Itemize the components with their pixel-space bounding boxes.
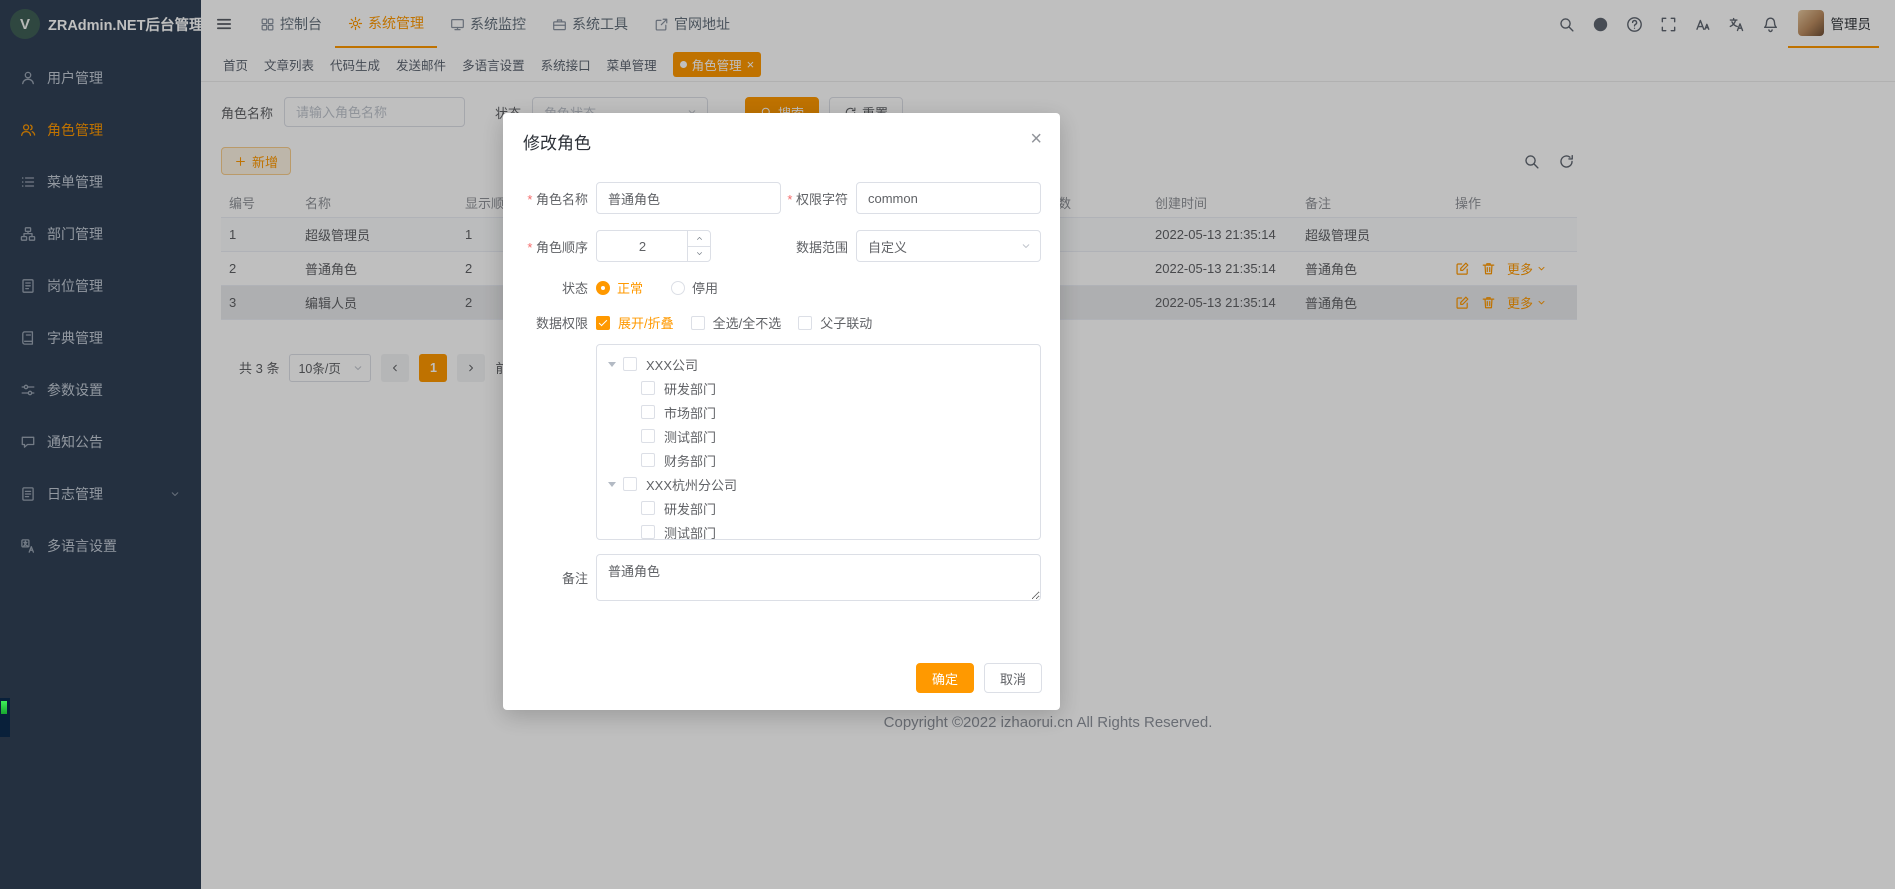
data-scope-label: 数据范围 (711, 237, 856, 256)
checkbox-icon[interactable] (623, 357, 637, 371)
checkbox-icon[interactable] (623, 477, 637, 491)
radio-label: 正常 (617, 278, 643, 297)
tree-node[interactable]: XXX公司 (597, 352, 1040, 376)
tree-node-label: 测试部门 (664, 427, 716, 446)
radio-icon (671, 281, 685, 295)
confirm-button[interactable]: 确定 (916, 663, 974, 693)
caret-placeholder (626, 506, 634, 511)
checkbox-icon (691, 316, 705, 330)
caret-down-icon[interactable] (608, 482, 616, 487)
caret-placeholder (626, 458, 634, 463)
tree-node-label: 测试部门 (664, 523, 716, 541)
radio-icon (596, 281, 610, 295)
remark-textarea[interactable]: 普通角色 (596, 554, 1041, 601)
data-scope-select[interactable]: 自定义 (856, 230, 1041, 262)
radio-label: 停用 (692, 278, 718, 297)
tree-node-label: 研发部门 (664, 499, 716, 518)
tree-node[interactable]: 测试部门 (597, 424, 1040, 448)
status-radio-1[interactable]: 停用 (671, 278, 718, 297)
tree-node[interactable]: 财务部门 (597, 448, 1040, 472)
stats-widget (0, 698, 10, 737)
dialog-title: 修改角色 (523, 129, 591, 154)
checkbox-icon (596, 316, 610, 330)
tree-node-label: 市场部门 (664, 403, 716, 422)
data-scope-value: 自定义 (868, 237, 907, 256)
checkbox-icon[interactable] (641, 405, 655, 419)
stepper-controls (687, 231, 710, 261)
checkbox-icon[interactable] (641, 453, 655, 467)
caret-placeholder (626, 434, 634, 439)
tree-node-label: XXX杭州分公司 (646, 475, 737, 494)
tree-node-label: 财务部门 (664, 451, 716, 470)
dialog-body: 角色名称 权限字符 角色顺序 2 数据范围 自定义 状态 正常 停用 (503, 154, 1060, 663)
role-order-value: 2 (597, 239, 688, 254)
status-label: 状态 (503, 278, 596, 297)
chevron-down-icon (695, 249, 704, 258)
perm-checkbox-1[interactable]: 全选/全不选 (691, 313, 782, 332)
tree-node[interactable]: 测试部门 (597, 520, 1040, 540)
remark-label: 备注 (503, 568, 596, 587)
caret-placeholder (626, 530, 634, 535)
perm-checkbox-2[interactable]: 父子联动 (798, 313, 872, 332)
checkbox-icon (798, 316, 812, 330)
role-order-label: 角色顺序 (503, 237, 596, 256)
checkbox-label: 展开/折叠 (618, 313, 674, 332)
role-order-stepper[interactable]: 2 (596, 230, 711, 262)
data-perm-label: 数据权限 (503, 313, 596, 332)
dept-tree: XXX公司研发部门市场部门测试部门财务部门XXX杭州分公司研发部门测试部门 (596, 344, 1041, 540)
checkbox-label: 父子联动 (820, 313, 872, 332)
status-radio-group: 正常 停用 (596, 278, 718, 297)
perm-char-label: 权限字符 (781, 189, 856, 208)
increment-button[interactable] (688, 231, 710, 247)
dialog-header: 修改角色 × (503, 113, 1060, 154)
edit-role-dialog: 修改角色 × 角色名称 权限字符 角色顺序 2 数据范围 自定义 (503, 113, 1060, 710)
checkbox-icon[interactable] (641, 501, 655, 515)
close-icon[interactable]: × (1030, 129, 1042, 149)
caret-down-icon[interactable] (608, 362, 616, 367)
tree-node-label: XXX公司 (646, 355, 698, 374)
perm-char-input[interactable] (856, 182, 1041, 214)
tree-node[interactable]: 研发部门 (597, 496, 1040, 520)
caret-placeholder (626, 386, 634, 391)
checkbox-icon[interactable] (641, 525, 655, 539)
tree-node[interactable]: XXX杭州分公司 (597, 472, 1040, 496)
caret-placeholder (626, 410, 634, 415)
status-radio-0[interactable]: 正常 (596, 278, 643, 297)
perm-checkbox-0[interactable]: 展开/折叠 (596, 313, 674, 332)
perm-checkbox-group: 展开/折叠 全选/全不选 父子联动 (596, 313, 889, 332)
cancel-button[interactable]: 取消 (984, 663, 1042, 693)
checkbox-icon[interactable] (641, 381, 655, 395)
role-name-input[interactable] (596, 182, 781, 214)
tree-node[interactable]: 市场部门 (597, 400, 1040, 424)
role-name-label: 角色名称 (503, 189, 596, 208)
chevron-up-icon (695, 234, 704, 243)
decrement-button[interactable] (688, 247, 710, 262)
tree-node[interactable]: 研发部门 (597, 376, 1040, 400)
dialog-footer: 确定 取消 (503, 663, 1060, 710)
chevron-down-icon (1020, 240, 1032, 252)
checkbox-label: 全选/全不选 (713, 313, 782, 332)
checkbox-icon[interactable] (641, 429, 655, 443)
tree-node-label: 研发部门 (664, 379, 716, 398)
